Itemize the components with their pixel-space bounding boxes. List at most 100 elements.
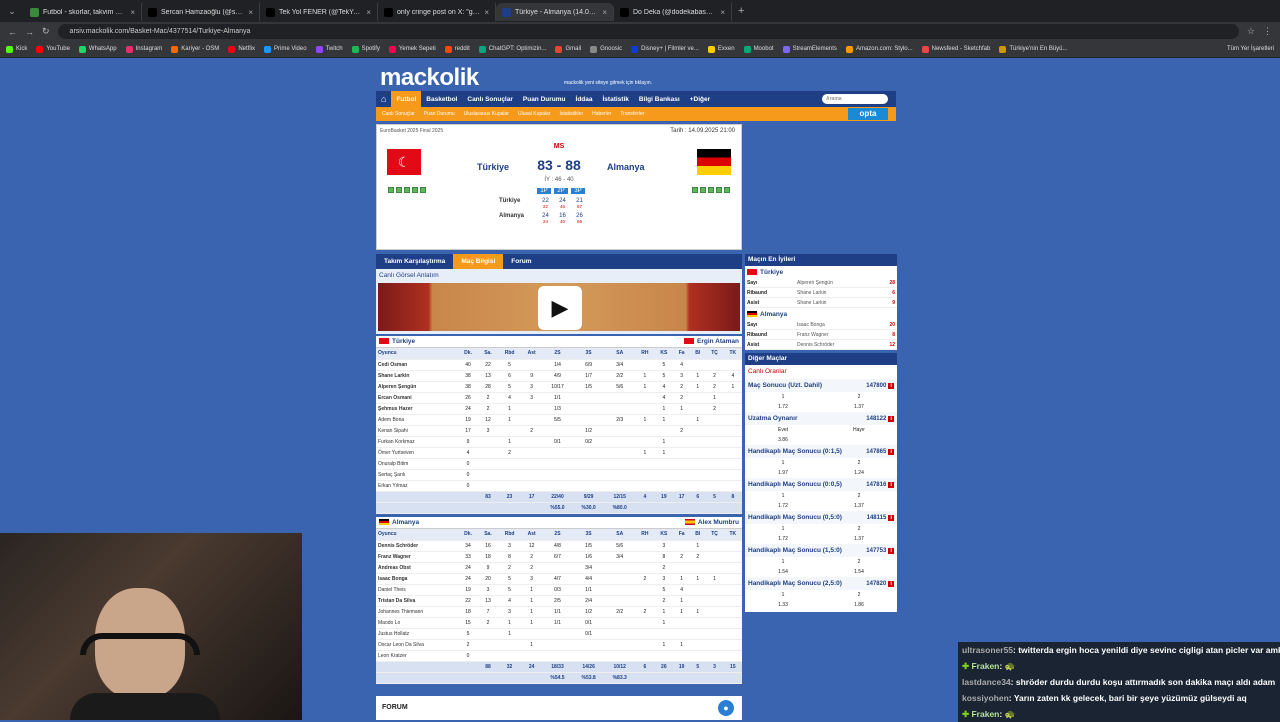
subnav-item[interactable]: Haberler [592,111,611,117]
tab-search-icon[interactable]: ⌄ [0,6,24,17]
odd-value[interactable]: 1.54 [821,569,897,575]
player-name[interactable]: Isaac Bonga [376,573,458,585]
bookmark-item[interactable]: Exxen [707,45,735,53]
odd-value[interactable]: 1.37 [821,503,897,509]
player-name[interactable]: Oscar Leon Da Silva [376,639,458,651]
extensions-icon[interactable]: ⋮ [1263,26,1272,37]
player-name[interactable]: Justus Hollatz [376,628,458,640]
player-name[interactable]: Ömer Yurtseven [376,447,458,459]
player-name[interactable]: Alperen Şengün [376,381,458,393]
bookmark-item[interactable]: Kick [6,45,27,53]
odd-value[interactable]: 1.72 [745,404,821,410]
player-name[interactable]: Adem Bona [376,414,458,426]
reload-icon[interactable]: ↻ [42,26,50,37]
nav-item[interactable]: İstatistik [598,91,634,107]
odd-value[interactable]: 1.54 [745,569,821,575]
bookmark-item[interactable]: Moobot [743,45,774,53]
away-team-name[interactable]: Almanya [607,162,645,172]
home-coach[interactable]: Ergin Ataman [697,338,739,345]
player-name[interactable]: Daniel Theis [376,584,458,596]
odd-value[interactable]: 1.33 [745,602,821,608]
odds-market[interactable]: Handikaplı Maç Sonucu (0,5:0) 148115 i 1 2 1.… [745,511,897,544]
player-name[interactable]: Sertaç Şanlı [376,469,458,481]
opta-logo[interactable]: opta [848,108,888,120]
nav-item[interactable]: İddaa [571,91,598,107]
forward-icon[interactable]: → [25,27,34,37]
nav-item[interactable]: Bilgi Bankası [634,91,685,107]
player-name[interactable]: Shane Larkin [376,370,458,382]
odd-value[interactable]: 1.86 [821,602,897,608]
subnav-item[interactable]: İstatistikler [560,111,584,117]
play-icon[interactable]: ▶ [538,286,582,330]
tab-close-icon[interactable]: × [484,8,489,17]
bookmark-item[interactable]: Prime Video [263,45,307,53]
bookmark-star-icon[interactable]: ☆ [1247,26,1255,37]
bookmark-item[interactable]: Yemek Sepeti [388,45,436,53]
player-name[interactable]: Ercan Osmani [376,392,458,404]
new-site-link[interactable]: mackolik yeni siteye gitmek için tıklayı… [564,80,652,86]
player-name[interactable]: Kenan Sipahi [376,425,458,437]
player-name[interactable]: Franz Wagner [376,551,458,563]
player-name[interactable]: Cedi Osman [376,359,458,371]
player-name[interactable]: Onuralp Bitim [376,458,458,470]
subnav-item[interactable]: Canlı Sonuçlar [382,111,415,117]
player-name[interactable]: Maodo Lo [376,617,458,629]
tab-team-comparison[interactable]: Takım Karşılaştırma [376,254,453,269]
tab-close-icon[interactable]: × [602,8,607,17]
player-name[interactable]: Erkan Yılmaz [376,480,458,492]
tab-close-icon[interactable]: × [130,8,135,17]
odds-market[interactable]: Handikaplı Maç Sonucu (0:1,5) 147865 i 1 2 1.… [745,445,897,478]
bookmark-item[interactable]: WhatsApp [78,45,117,53]
browser-tab[interactable]: Türkiye - Almanya (14.09.2025)× [496,3,614,21]
browser-tab[interactable]: Sercan Hamzaoğlu (@sercanh × [142,3,260,21]
odd-value[interactable]: 1.72 [745,536,821,542]
bookmark-item[interactable]: YouTube [36,45,70,53]
browser-tab[interactable]: Tek Yol FENER (@TekYolFener) × [260,3,378,21]
odd-value[interactable]: 1.37 [821,404,897,410]
odds-market[interactable]: Handikaplı Maç Sonucu (2,5:0) 147820 i 1 2 1.… [745,577,897,610]
user-icon[interactable]: ● [718,700,734,716]
chat-username[interactable]: Fraken [971,709,999,719]
odds-market[interactable]: Handikaplı Maç Sonucu (1,5:0) 147753 i 1 2 1.… [745,544,897,577]
chat-username[interactable]: ultrasoner55 [962,645,1013,655]
browser-tab[interactable]: Futbol - skorlar, takvim & oran × [24,3,142,21]
odd-value[interactable]: 1.72 [745,503,821,509]
bookmark-item[interactable]: Netflix [228,45,255,53]
player-name[interactable]: Furkan Korkmaz [376,436,458,448]
player-name[interactable]: Şehmus Hazer [376,403,458,415]
tab-match-info[interactable]: Maç Bilgisi [453,254,504,269]
bookmark-item[interactable]: Türkiye'nin En Büyü... [999,45,1068,53]
odds-market[interactable]: Handikaplı Maç Sonucu (0:0,5) 147816 i 1 2 1.… [745,478,897,511]
odd-value[interactable]: 1.97 [745,470,821,476]
tab-forum[interactable]: Forum [503,254,539,269]
chat-username[interactable]: kossiyohen [962,693,1009,703]
bookmark-item[interactable]: Amazon.com: Stylo... [845,45,913,53]
odds-market[interactable]: Uzatma Oynanır 148122 i Evet Hayır 3.86 [745,412,897,445]
all-bookmarks[interactable]: Tüm Yer İşaretleri [1227,46,1274,52]
site-logo[interactable]: mackolik [380,64,479,92]
chat-username[interactable]: Fraken [971,661,999,671]
odd-value[interactable]: 1.24 [821,470,897,476]
bookmark-item[interactable]: Disney+ | Filmler ve... [631,45,699,53]
bookmark-item[interactable]: Gnoosic [590,45,622,53]
bookmark-item[interactable]: Newsfeed - Sketchfab [921,45,990,53]
odds-market[interactable]: Maç Sonucu (Uzt. Dahil) 147800 i 1 2 1.72 1.37 [745,379,897,412]
tab-close-icon[interactable]: × [248,8,253,17]
browser-tab[interactable]: only cringe post on X: "gülmek × [378,3,496,21]
bookmark-item[interactable]: Kariyer - OSM [171,45,219,53]
bookmark-item[interactable]: Gmail [555,45,581,53]
search-input[interactable]: Arama [822,94,888,104]
new-tab-button[interactable]: + [738,5,744,17]
player-name[interactable]: Leon Kratzer [376,650,458,662]
player-name[interactable]: Johannes Thiemann [376,606,458,618]
subnav-item[interactable]: Ulusal Kupalar [518,111,551,117]
browser-tab[interactable]: Do Deka (@dodekabasket) / X× [614,3,732,21]
odd-value[interactable]: 3.86 [745,437,821,443]
nav-item[interactable]: +Diğer [685,91,715,107]
nav-item[interactable]: Futbol [391,91,422,107]
chat-username[interactable]: lastdance34 [962,677,1011,687]
back-icon[interactable]: ← [8,27,17,37]
subnav-item[interactable]: Uluslararası Kupalar [464,111,509,117]
nav-item[interactable]: Basketbol [421,91,462,107]
player-name[interactable]: Dennis Schröder [376,540,458,552]
